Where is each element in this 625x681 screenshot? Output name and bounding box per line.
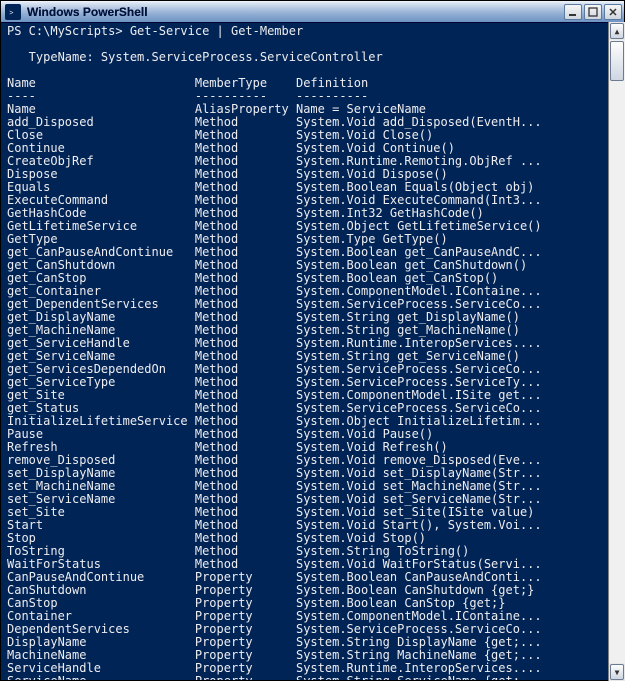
svg-text:>: > (9, 8, 13, 17)
scroll-down-button[interactable]: ▼ (610, 664, 624, 680)
scroll-up-button[interactable]: ▲ (610, 23, 624, 39)
maximize-button[interactable] (584, 4, 602, 20)
scroll-track[interactable] (609, 40, 625, 663)
minimize-button[interactable] (564, 4, 582, 20)
window-controls (564, 4, 622, 20)
scroll-thumb[interactable] (610, 41, 624, 81)
console-output[interactable]: PS C:\MyScripts> Get-Service | Get-Membe… (1, 23, 624, 680)
titlebar[interactable]: > Windows PowerShell (1, 1, 624, 23)
close-button[interactable] (604, 4, 622, 20)
powershell-window: > Windows PowerShell PS C:\MyScripts> Ge… (0, 0, 625, 681)
scrollbar[interactable]: ▲ ▼ (608, 22, 625, 681)
window-title: Windows PowerShell (27, 5, 564, 19)
powershell-icon: > (5, 4, 21, 20)
